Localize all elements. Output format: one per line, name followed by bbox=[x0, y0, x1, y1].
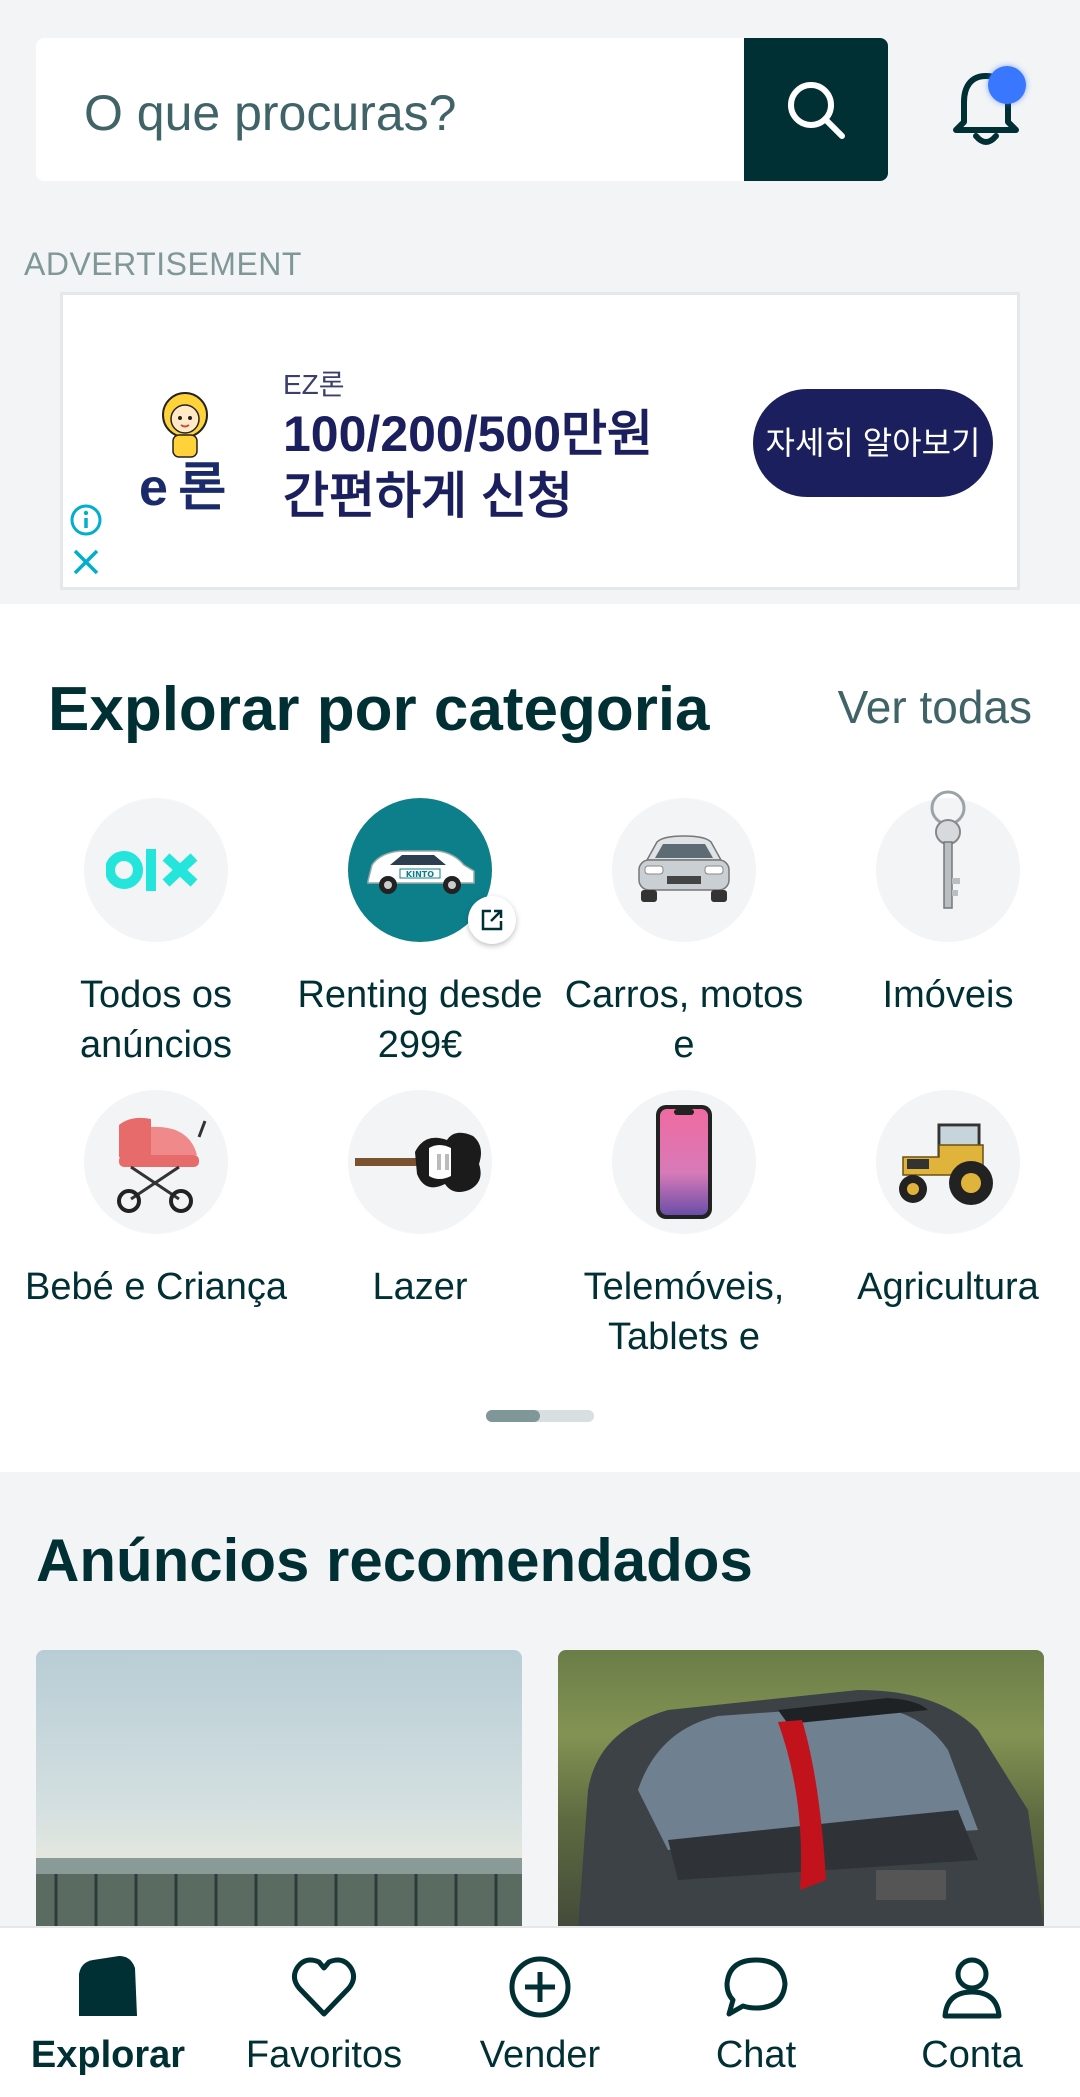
listing-photo bbox=[36, 1858, 522, 1930]
nav-label: Favoritos bbox=[245, 2034, 403, 2076]
category-label: Telemóveis, Tablets e bbox=[583, 1266, 785, 1358]
nav-label: Explorar bbox=[30, 2034, 186, 2076]
ad-headline: 100/200/500만원 간편하게 신청 bbox=[283, 406, 654, 524]
home-icon bbox=[79, 1956, 137, 2016]
svg-text:KINTO: KINTO bbox=[406, 870, 434, 879]
ad-info-icon[interactable] bbox=[69, 503, 103, 537]
recommended-card[interactable] bbox=[36, 1650, 522, 1930]
nav-label: Vender bbox=[479, 2034, 601, 2076]
category-item-all-ads[interactable]: Todos os anúncios bbox=[24, 798, 288, 1070]
category-icon-bg bbox=[876, 1090, 1020, 1234]
external-link-badge bbox=[468, 896, 516, 944]
tractor-icon bbox=[899, 1123, 993, 1205]
guitar-icon bbox=[355, 1132, 481, 1192]
chat-bubble-icon bbox=[724, 1957, 788, 2017]
external-link-icon bbox=[481, 909, 503, 931]
ad-close-icon[interactable] bbox=[69, 545, 103, 579]
olx-logo-icon bbox=[106, 849, 198, 891]
heart-icon bbox=[291, 1957, 357, 2017]
nav-label: Conta bbox=[921, 2034, 1023, 2076]
category-item-cars[interactable]: Carros, motos e bbox=[552, 798, 816, 1070]
search-icon bbox=[788, 81, 845, 139]
category-icon-bg bbox=[612, 1090, 756, 1234]
ad-label: ADVERTISEMENT bbox=[24, 246, 302, 282]
category-page-indicator bbox=[486, 1410, 594, 1422]
user-icon bbox=[942, 1957, 1002, 2019]
nav-favorites[interactable]: Favoritos bbox=[216, 1928, 432, 2097]
category-label: Bebé e Criança bbox=[25, 1266, 287, 1308]
ad-banner[interactable]: e 론 EZ론 100/200/500만원 간편하게 신청 자세히 알아보기 bbox=[60, 292, 1020, 590]
plus-circle-icon bbox=[509, 1956, 571, 2018]
category-item-phones[interactable]: Telemóveis, Tablets e bbox=[552, 1090, 816, 1362]
category-item-leisure[interactable]: Lazer bbox=[288, 1090, 552, 1362]
ad-logo: e 론 bbox=[139, 459, 226, 517]
nav-chat[interactable]: Chat bbox=[648, 1928, 864, 2097]
nav-label: Chat bbox=[715, 2034, 797, 2076]
nav-explore[interactable]: Explorar bbox=[0, 1928, 216, 2097]
header: O que procuras? bbox=[0, 0, 1080, 240]
categories-title: Explorar por categoria bbox=[48, 675, 710, 744]
nav-sell[interactable]: Vender bbox=[432, 1928, 648, 2097]
category-label: Todos os anúncios bbox=[79, 974, 233, 1066]
category-icon-bg bbox=[612, 798, 756, 942]
ad-cta-button[interactable]: 자세히 알아보기 bbox=[753, 389, 993, 497]
listing-photo bbox=[578, 1690, 1044, 1930]
category-icon-bg bbox=[876, 790, 1020, 942]
search-input[interactable]: O que procuras? bbox=[36, 38, 744, 181]
category-icon-bg: KINTO bbox=[348, 798, 516, 944]
phone-icon bbox=[656, 1105, 712, 1219]
category-item-baby[interactable]: Bebé e Criança bbox=[24, 1090, 288, 1362]
category-icon-bg bbox=[84, 1090, 228, 1234]
category-label: Agricultura bbox=[857, 1266, 1039, 1308]
category-label: Imóveis bbox=[882, 974, 1014, 1016]
ad-brand: EZ론 bbox=[283, 369, 345, 400]
category-item-real-estate[interactable]: Imóveis bbox=[816, 790, 1080, 1070]
notification-dot bbox=[988, 66, 1026, 104]
category-icon-bg bbox=[348, 1090, 492, 1234]
car-icon bbox=[638, 835, 730, 902]
stroller-icon bbox=[117, 1117, 207, 1213]
nav-account[interactable]: Conta bbox=[864, 1928, 1080, 2097]
category-item-renting[interactable]: KINTO Renting desde 299€ bbox=[288, 798, 552, 1070]
recommended-title: Anúncios recomendados bbox=[36, 1527, 753, 1594]
search-button[interactable] bbox=[744, 38, 888, 181]
key-icon bbox=[930, 790, 966, 909]
search-placeholder: O que procuras? bbox=[84, 85, 457, 141]
kinto-car-icon: KINTO bbox=[367, 850, 475, 894]
category-label: Lazer bbox=[372, 1266, 468, 1308]
recommended-card[interactable] bbox=[558, 1650, 1044, 1930]
category-item-agriculture[interactable]: Agricultura bbox=[816, 1090, 1080, 1362]
view-all-link[interactable]: Ver todas bbox=[838, 680, 1032, 734]
category-label: Renting desde 299€ bbox=[297, 974, 543, 1066]
page-indicator-active bbox=[486, 1410, 540, 1422]
bottom-navigation: Explorar Favoritos Vender Chat Conta bbox=[0, 1926, 1080, 2097]
category-label: Carros, motos e bbox=[564, 974, 804, 1066]
categories-section: Explorar por categoria Ver todas Todos o… bbox=[0, 604, 1080, 1472]
category-icon-bg bbox=[84, 798, 228, 942]
